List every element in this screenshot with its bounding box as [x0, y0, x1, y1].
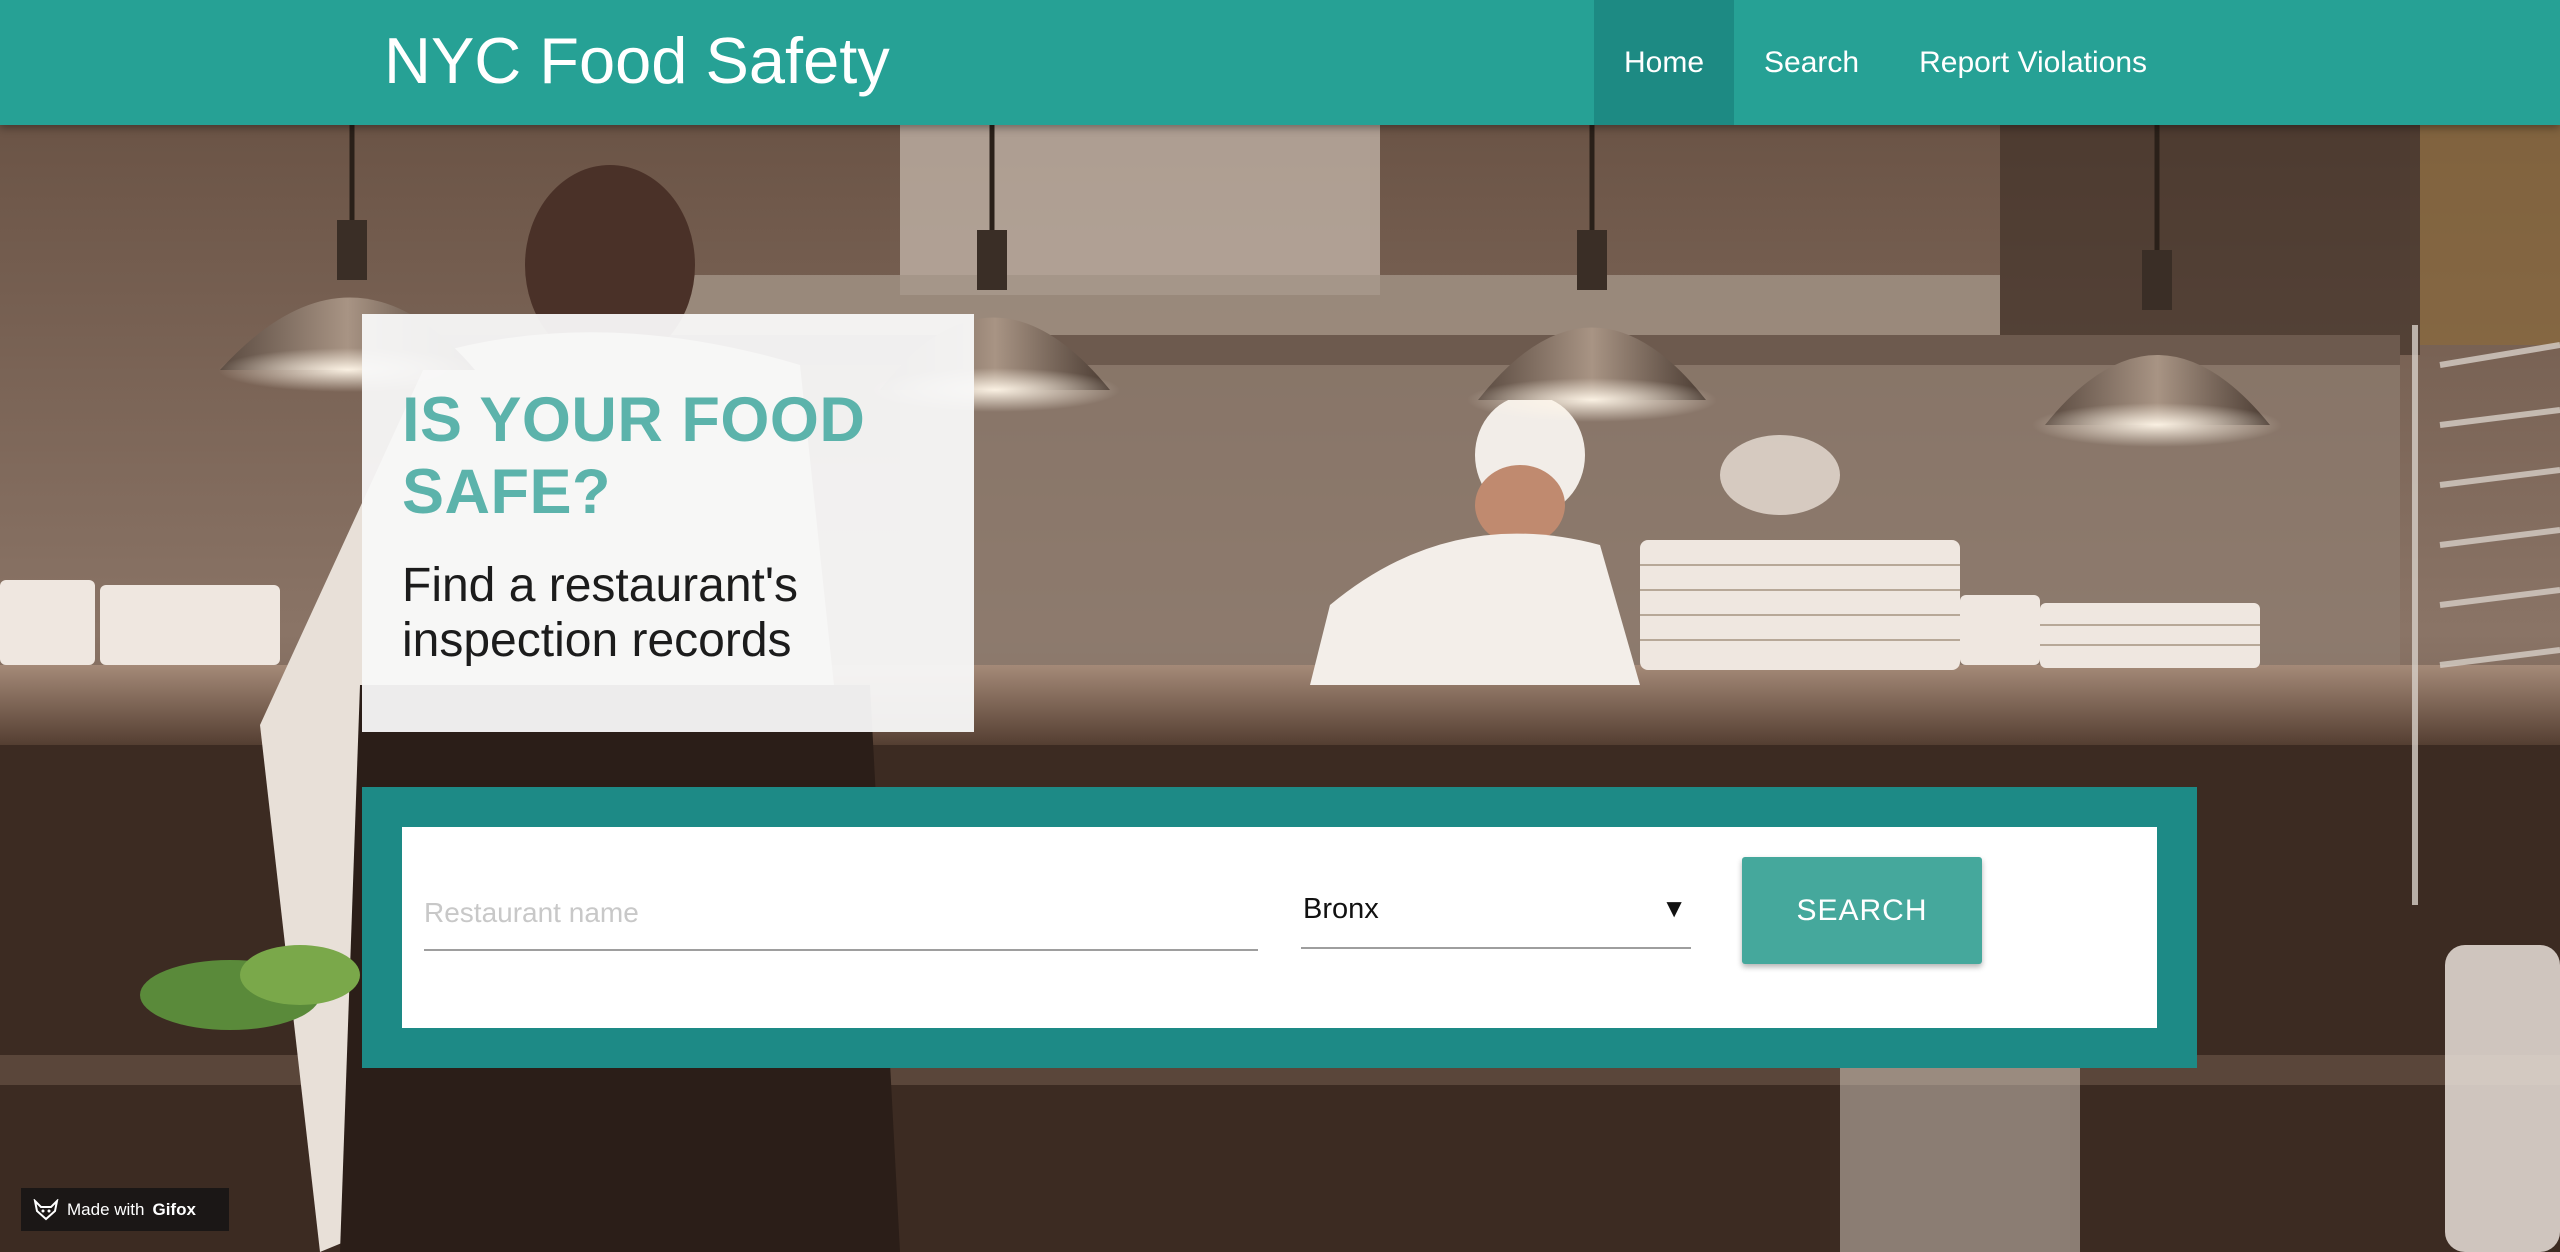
search-form: Bronx ▼ SEARCH: [402, 827, 2157, 1028]
search-button[interactable]: SEARCH: [1742, 857, 1982, 964]
gifox-watermark: Made with Gifox: [21, 1188, 229, 1231]
top-navbar: NYC Food Safety Home Search Report Viola…: [0, 0, 2560, 125]
hero-title: IS YOUR FOOD SAFE?: [402, 385, 866, 527]
dropdown-caret-icon: ▼: [1661, 893, 1687, 923]
fox-logo-icon: [33, 1198, 59, 1220]
nav-search[interactable]: Search: [1734, 0, 1889, 125]
main-nav: Home Search Report Violations: [1594, 0, 2177, 125]
brand-title[interactable]: NYC Food Safety: [384, 22, 890, 100]
headline-card: IS YOUR FOOD SAFE? Find a restaurant's i…: [362, 314, 974, 732]
restaurant-name-input[interactable]: [424, 877, 1258, 951]
borough-select[interactable]: Bronx ▼: [1301, 877, 1691, 949]
watermark-brand: Gifox: [152, 1199, 196, 1219]
search-panel: Bronx ▼ SEARCH: [362, 787, 2197, 1068]
hero-subtitle: Find a restaurant's inspection records: [402, 559, 799, 667]
nav-home[interactable]: Home: [1594, 0, 1735, 125]
borough-selected-value: Bronx: [1303, 893, 1379, 925]
nav-report-violations[interactable]: Report Violations: [1889, 0, 2177, 125]
watermark-prefix: Made with: [67, 1199, 145, 1219]
